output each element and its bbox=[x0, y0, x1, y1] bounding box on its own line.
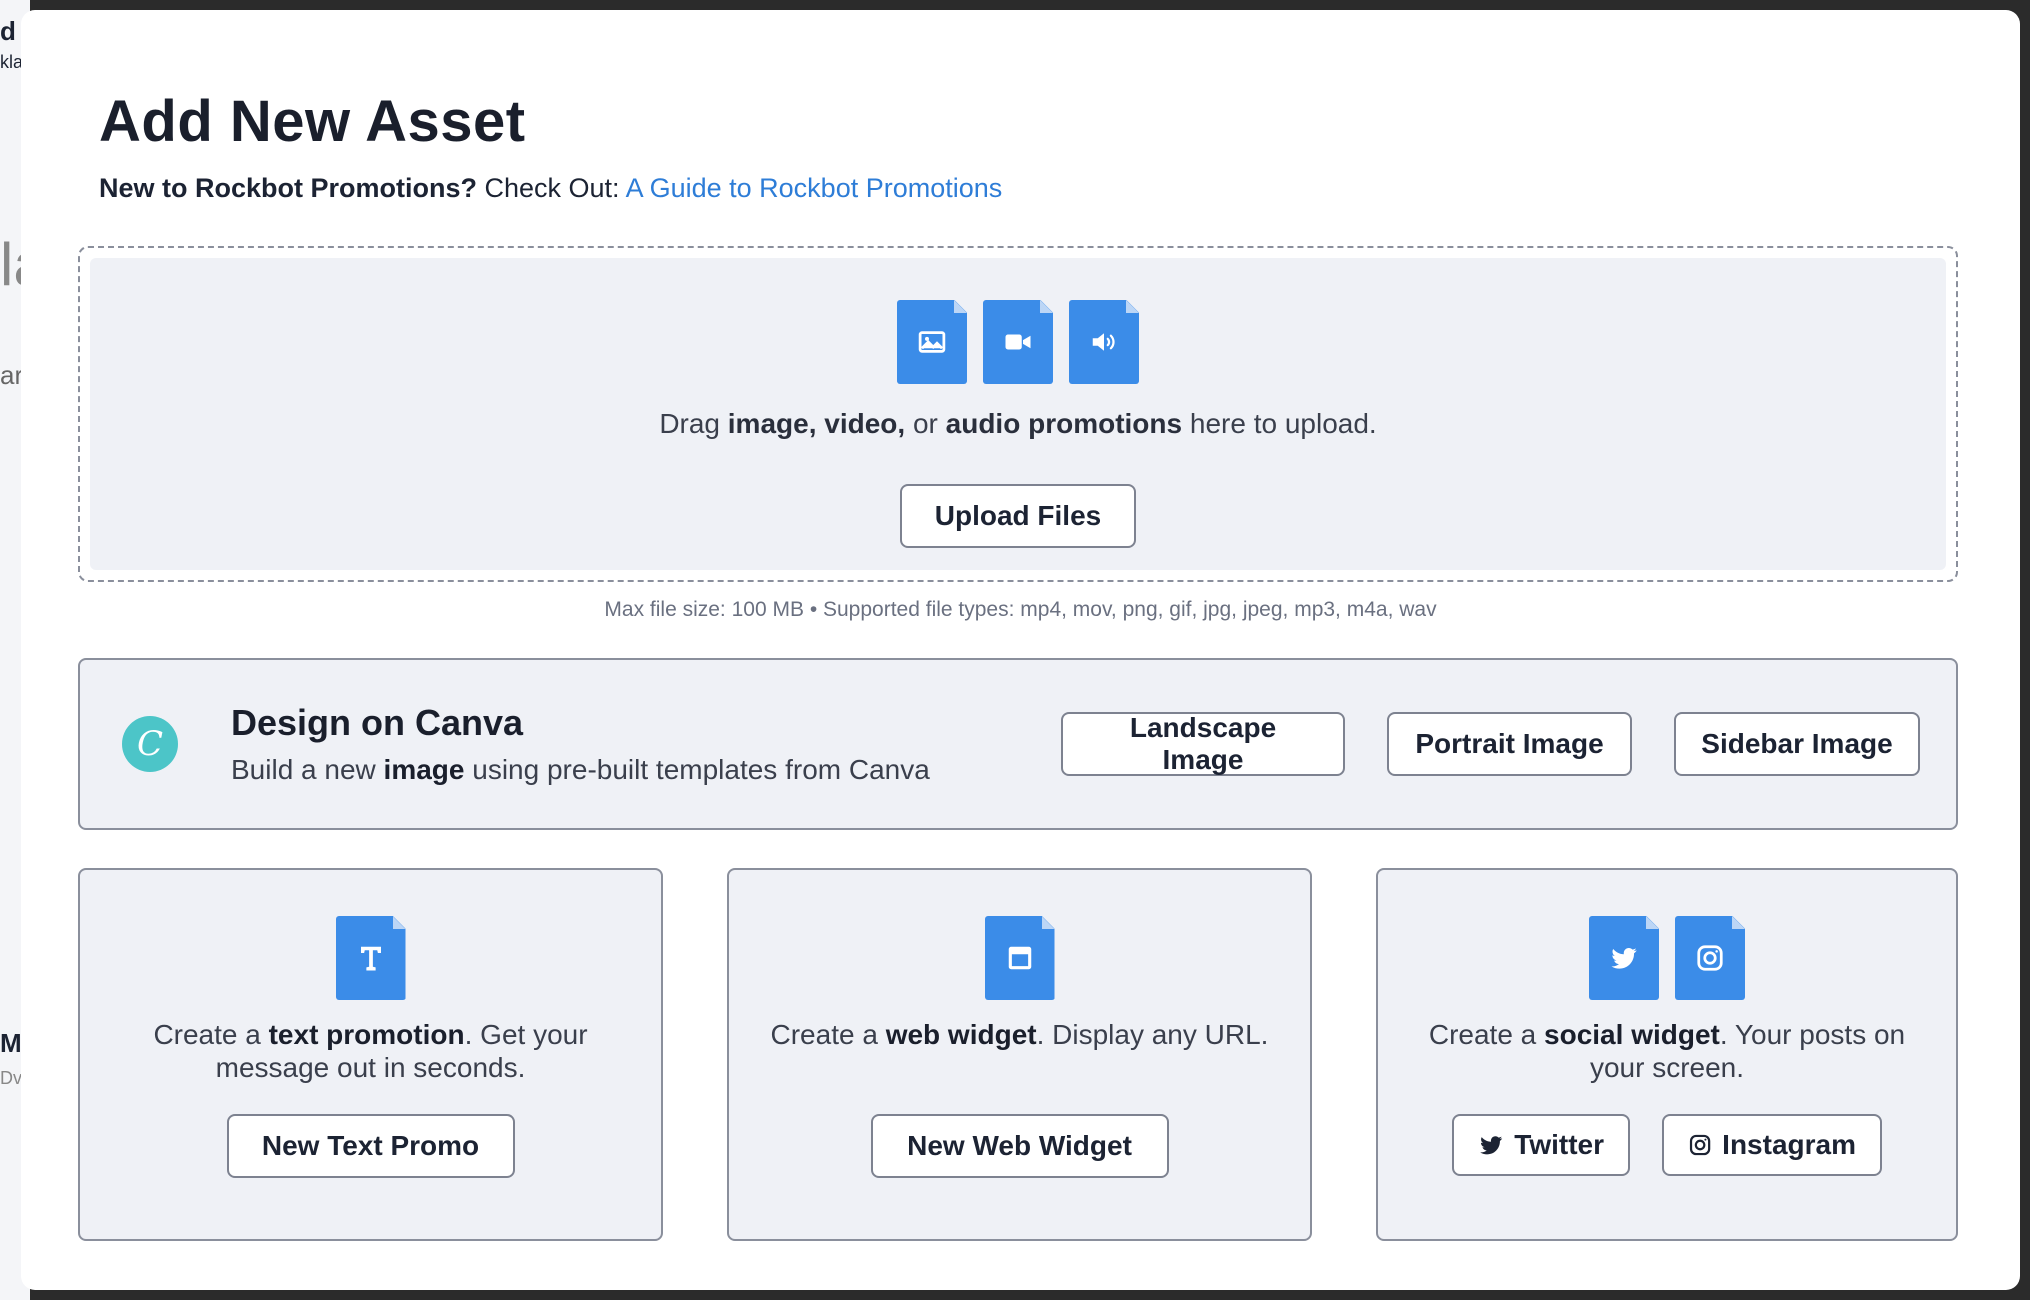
upload-dropzone[interactable]: Drag image, video, or audio promotions h… bbox=[78, 246, 1958, 582]
file-requirements-hint: Max file size: 100 MB • Supported file t… bbox=[604, 598, 1437, 621]
drop-text-prefix: Drag bbox=[659, 408, 728, 439]
subtitle-check-out: Check Out: bbox=[477, 173, 626, 203]
text-icon-group bbox=[80, 916, 661, 1000]
drop-text-media: image, video, bbox=[727, 408, 906, 439]
drop-text-or: or bbox=[905, 408, 946, 439]
instagram-file-icon bbox=[1675, 916, 1745, 1000]
new-web-widget-button[interactable]: New Web Widget bbox=[870, 1114, 1169, 1178]
twitter-file-icon bbox=[1589, 916, 1659, 1000]
background-text-fragment: M bbox=[0, 1028, 22, 1058]
drop-text-audio: audio promotions bbox=[945, 408, 1183, 439]
audio-file-icon bbox=[1069, 300, 1139, 384]
modal-subtitle: New to Rockbot Promotions? Check Out: A … bbox=[99, 173, 1002, 204]
canva-logo-icon: C bbox=[122, 716, 178, 772]
web-widget-description: Create a web widget. Display any URL. bbox=[769, 1018, 1270, 1051]
video-file-icon bbox=[983, 300, 1053, 384]
social-desc-bold: social widget bbox=[1544, 1019, 1720, 1050]
drop-instructions: Drag image, video, or audio promotions h… bbox=[90, 408, 1946, 440]
text-desc-bold: text promotion bbox=[268, 1019, 465, 1050]
social-widget-card: Create a social widget. Your posts on yo… bbox=[1376, 868, 1958, 1241]
canva-title: Design on Canva bbox=[231, 702, 524, 743]
web-widget-actions: New Web Widget bbox=[729, 1114, 1310, 1178]
web-widget-card: Create a web widget. Display any URL. Ne… bbox=[727, 868, 1312, 1241]
media-type-icons bbox=[90, 300, 1946, 384]
social-widget-actions: Twitter Instagram bbox=[1378, 1114, 1956, 1176]
dropzone-panel[interactable]: Drag image, video, or audio promotions h… bbox=[90, 258, 1946, 570]
background-text-fragment: ar bbox=[0, 360, 24, 390]
instagram-button-label: Instagram bbox=[1722, 1129, 1856, 1160]
twitter-button[interactable]: Twitter bbox=[1452, 1114, 1630, 1176]
guide-link[interactable]: A Guide to Rockbot Promotions bbox=[626, 173, 1003, 203]
add-asset-modal: Add New Asset New to Rockbot Promotions?… bbox=[21, 10, 2020, 1290]
web-icon-group bbox=[729, 916, 1310, 1000]
web-desc-prefix: Create a bbox=[770, 1019, 886, 1050]
image-file-icon bbox=[897, 300, 967, 384]
text-promo-actions: New Text Promo bbox=[80, 1114, 661, 1178]
web-desc-suffix: . Display any URL. bbox=[1036, 1019, 1269, 1050]
canva-description: Build a new image using pre-built templa… bbox=[231, 754, 930, 786]
new-text-promo-button[interactable]: New Text Promo bbox=[226, 1114, 515, 1178]
instagram-icon bbox=[1689, 1134, 1711, 1156]
drop-text-suffix: here to upload. bbox=[1182, 408, 1377, 439]
sidebar-image-button[interactable]: Sidebar Image bbox=[1674, 712, 1920, 776]
subtitle-question: New to Rockbot Promotions? bbox=[99, 173, 477, 203]
social-desc-prefix: Create a bbox=[1428, 1019, 1545, 1050]
social-icon-group bbox=[1378, 916, 1956, 1000]
background-text-fragment: kla bbox=[0, 52, 24, 72]
canva-card: C Design on Canva Build a new image usin… bbox=[78, 658, 1958, 830]
canva-desc-prefix: Build a new bbox=[231, 754, 384, 785]
twitter-icon bbox=[1480, 1136, 1503, 1155]
canva-desc-image: image bbox=[383, 754, 465, 785]
twitter-button-label: Twitter bbox=[1514, 1129, 1604, 1160]
web-desc-bold: web widget bbox=[885, 1019, 1037, 1050]
upload-files-button[interactable]: Upload Files bbox=[900, 484, 1136, 548]
landscape-image-button[interactable]: Landscape Image bbox=[1061, 712, 1345, 776]
modal-title: Add New Asset bbox=[99, 89, 526, 154]
background-text-fragment: d bbox=[0, 16, 16, 46]
web-browser-file-icon bbox=[984, 916, 1055, 1000]
text-file-icon bbox=[335, 916, 406, 1000]
canva-desc-suffix: using pre-built templates from Canva bbox=[464, 754, 930, 785]
text-promo-card: Create a text promotion. Get your messag… bbox=[78, 868, 663, 1241]
background-text-fragment: Dv bbox=[0, 1068, 22, 1088]
text-desc-prefix: Create a bbox=[153, 1019, 269, 1050]
canva-buttons: Landscape Image Portrait Image Sidebar I… bbox=[1061, 712, 1920, 776]
social-widget-description: Create a social widget. Your posts on yo… bbox=[1418, 1018, 1916, 1084]
portrait-image-button[interactable]: Portrait Image bbox=[1387, 712, 1632, 776]
text-promo-description: Create a text promotion. Get your messag… bbox=[120, 1018, 621, 1084]
instagram-button[interactable]: Instagram bbox=[1662, 1114, 1882, 1176]
